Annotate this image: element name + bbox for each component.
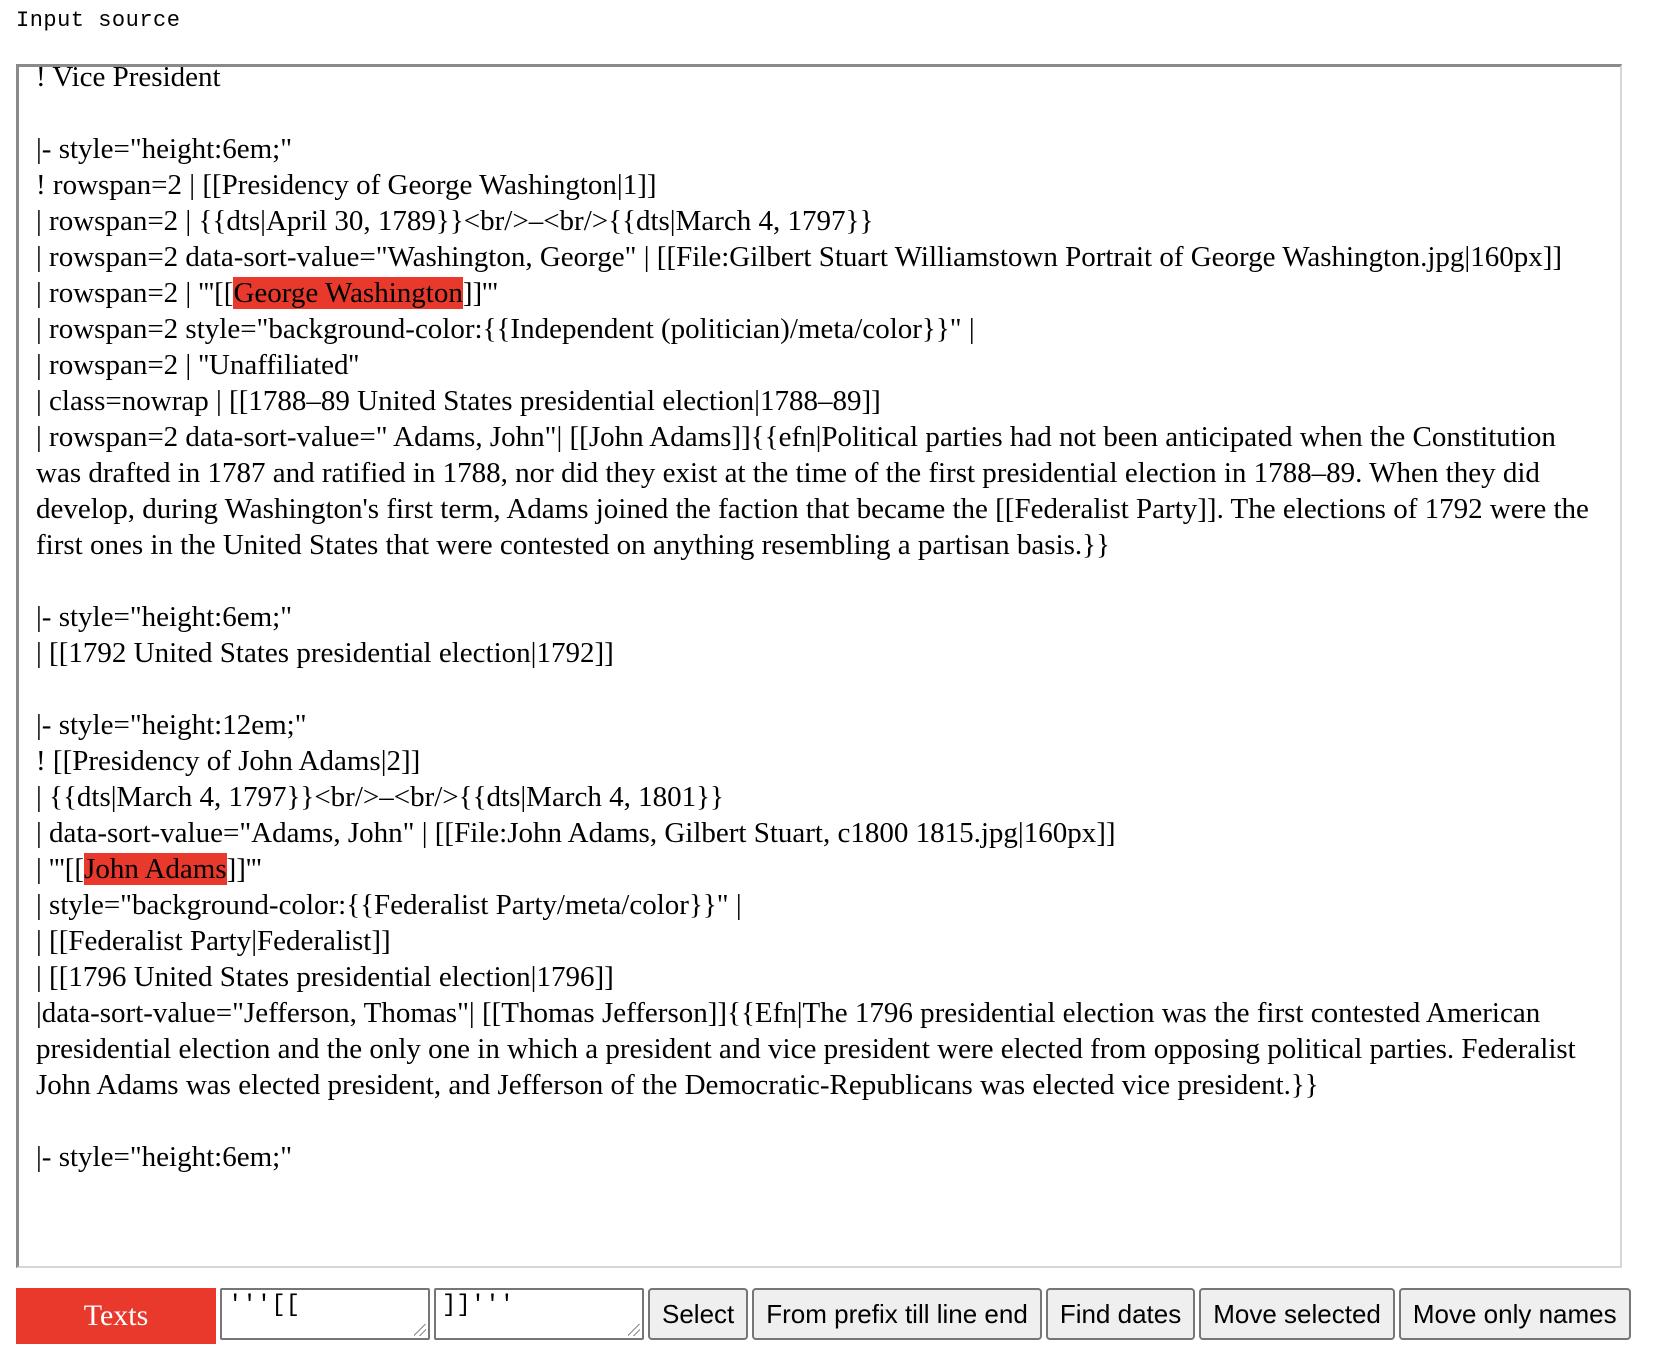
prefix-input[interactable]: '''[[ [220, 1288, 430, 1340]
source-line: ! [[Presidency of John Adams|2]] [36, 745, 421, 777]
source-line: | rowspan=2 style="background-color:{{In… [36, 313, 975, 345]
source-line-text: | rowspan=2 | '''[[ [36, 277, 234, 309]
toolbar: Texts '''[[ ]]''' Select From prefix til… [16, 1288, 1631, 1344]
source-line [36, 563, 1596, 599]
highlighted-name: George Washington [233, 277, 463, 309]
source-line: | [[1796 United States presidential elec… [36, 961, 614, 993]
source-line: | rowspan=2 data-sort-value="Washington,… [36, 241, 1563, 273]
source-line: |data-sort-value="Jefferson, Thomas"| [[… [36, 997, 1583, 1101]
source-line [36, 95, 1596, 131]
source-line: | [[Federalist Party|Federalist]] [36, 925, 391, 957]
source-line: | style="background-color:{{Federalist P… [36, 889, 742, 921]
source-line: | rowspan=2 | '''[[George Washington]]''… [36, 275, 1596, 311]
highlighted-name: John Adams [84, 853, 227, 885]
prefix-value: '''[[ [228, 1292, 301, 1319]
find-dates-button[interactable]: Find dates [1045, 1288, 1196, 1340]
source-line: | class=nowrap | [[1788–89 United States… [36, 385, 881, 417]
suffix-input[interactable]: ]]''' [434, 1288, 644, 1340]
source-line: | rowspan=2 | {{dts|April 30, 1789}}<br/… [36, 205, 874, 237]
move-selected-button[interactable]: Move selected [1199, 1288, 1395, 1340]
source-line [36, 1103, 1596, 1139]
source-line: | '''[[John Adams]]''' [36, 851, 1596, 887]
resize-grip-icon[interactable] [414, 1324, 426, 1336]
source-line: ! rowspan=2 | [[Presidency of George Was… [36, 169, 657, 201]
source-line-text: ]]''' [226, 853, 262, 885]
source-line: | {{dts|March 4, 1797}}<br/>–<br/>{{dts|… [36, 781, 724, 813]
source-line: | [[1792 United States presidential elec… [36, 637, 614, 669]
source-line: | rowspan=2 | ''Unaffiliated'' [36, 349, 359, 381]
source-line [36, 671, 1596, 707]
source-line: | data-sort-value="Adams, John" | [[File… [36, 817, 1116, 849]
move-only-names-button[interactable]: Move only names [1398, 1288, 1631, 1340]
source-line: |- style="height:12em;" [36, 709, 307, 741]
resize-grip-icon[interactable] [628, 1324, 640, 1336]
source-line-text: ]]''' [462, 277, 498, 309]
texts-button[interactable]: Texts [16, 1288, 216, 1344]
source-text: ! Vice President |- style="height:6em;" ! … [36, 64, 1597, 1175]
source-line: |- style="height:6em;" [36, 133, 293, 165]
source-line: ! Vice President [36, 64, 221, 93]
suffix-value: ]]''' [442, 1292, 515, 1319]
input-source-label: Input source [16, 8, 181, 33]
source-textarea[interactable]: ! Vice President |- style="height:6em;" ! … [16, 64, 1622, 1268]
source-line: |- style="height:6em;" [36, 1141, 293, 1173]
prefix-till-line-end-button[interactable]: From prefix till line end [752, 1288, 1042, 1340]
select-button[interactable]: Select [648, 1288, 749, 1340]
source-line: | rowspan=2 data-sort-value=" Adams, Joh… [36, 421, 1597, 561]
source-line-text: | '''[[ [36, 853, 85, 885]
source-line: |- style="height:6em;" [36, 601, 293, 633]
